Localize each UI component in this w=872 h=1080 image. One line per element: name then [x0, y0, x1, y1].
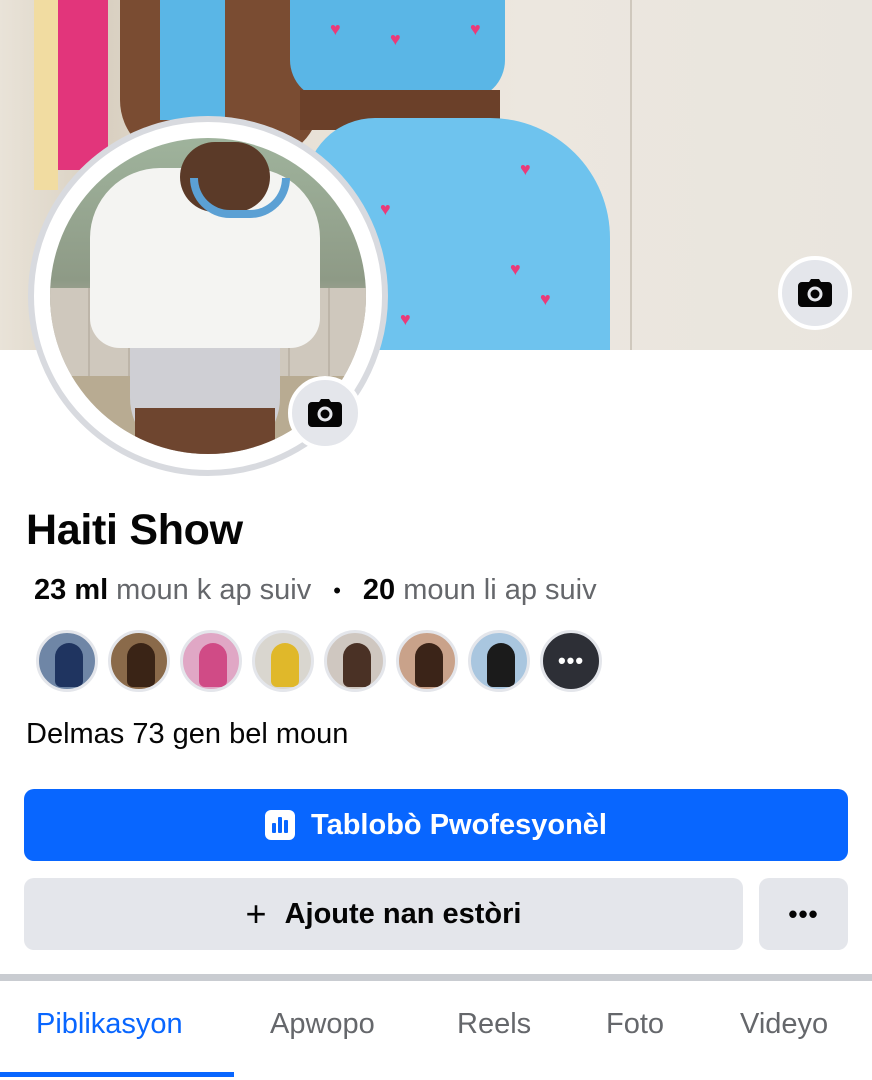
friend-avatar[interactable]	[252, 630, 314, 692]
add-to-story-label: Ajoute nan estòri	[284, 897, 522, 930]
cover-photo-detail: ♥	[390, 29, 401, 49]
friend-avatar[interactable]	[36, 630, 98, 692]
tab-photos[interactable]: Foto	[606, 1008, 664, 1041]
cover-photo-detail: ♥	[470, 19, 481, 39]
plus-icon: +	[245, 893, 267, 934]
tab-reels[interactable]: Reels	[457, 1008, 531, 1041]
cover-photo-detail: ♥	[380, 199, 391, 219]
more-friends-button[interactable]: •••	[540, 630, 602, 692]
profile-name: Haiti Show	[26, 506, 243, 554]
friend-avatar[interactable]	[468, 630, 530, 692]
more-options-button[interactable]: •••	[759, 878, 848, 950]
camera-icon	[798, 279, 832, 307]
stats-separator: •	[333, 577, 341, 603]
profile-tabs: Piblikasyon Apwopo Reels Foto Videyo	[0, 984, 872, 1080]
friend-avatar[interactable]	[108, 630, 170, 692]
section-divider	[0, 974, 872, 981]
cover-photo-detail: ♥	[330, 19, 341, 39]
cover-photo-detail	[290, 0, 505, 100]
following-label[interactable]: moun li ap suiv	[403, 574, 596, 607]
friends-preview: •••	[36, 630, 602, 692]
friend-avatar[interactable]	[324, 630, 386, 692]
professional-dashboard-button[interactable]: Tablobò Pwofesyonèl	[24, 789, 848, 861]
followers-label[interactable]: moun k ap suiv	[116, 574, 311, 607]
professional-dashboard-label: Tablobò Pwofesyonèl	[311, 808, 607, 841]
more-options-icon: •••	[788, 898, 819, 929]
cover-photo-detail	[34, 0, 58, 190]
followers-count[interactable]: 23 ml	[34, 574, 108, 607]
active-tab-indicator	[0, 1072, 234, 1077]
cover-photo-detail	[58, 0, 108, 170]
tab-videos[interactable]: Videyo	[740, 1008, 828, 1041]
friend-avatar[interactable]	[396, 630, 458, 692]
more-icon: •••	[557, 648, 585, 673]
bar-chart-icon	[265, 810, 296, 840]
friend-avatar[interactable]	[180, 630, 242, 692]
cover-photo-detail	[630, 0, 632, 350]
tab-about[interactable]: Apwopo	[270, 1008, 375, 1041]
cover-photo-detail: ♥	[540, 289, 551, 309]
cover-photo-detail: ♥	[510, 259, 521, 279]
profile-picture-detail	[135, 408, 275, 454]
follow-stats: 23 ml moun k ap suiv • 20 moun li ap sui…	[34, 574, 597, 607]
cover-photo-detail: ♥	[520, 159, 531, 179]
add-to-story-button[interactable]: + Ajoute nan estòri	[24, 878, 743, 950]
cover-photo-detail: ♥	[400, 309, 411, 329]
edit-cover-photo-button[interactable]	[778, 256, 852, 330]
profile-bio: Delmas 73 gen bel moun	[26, 718, 349, 750]
camera-icon	[308, 399, 342, 427]
following-count[interactable]: 20	[363, 574, 395, 607]
cover-photo-detail	[160, 0, 225, 120]
tab-posts[interactable]: Piblikasyon	[36, 1008, 183, 1041]
edit-profile-picture-button[interactable]	[288, 376, 362, 450]
